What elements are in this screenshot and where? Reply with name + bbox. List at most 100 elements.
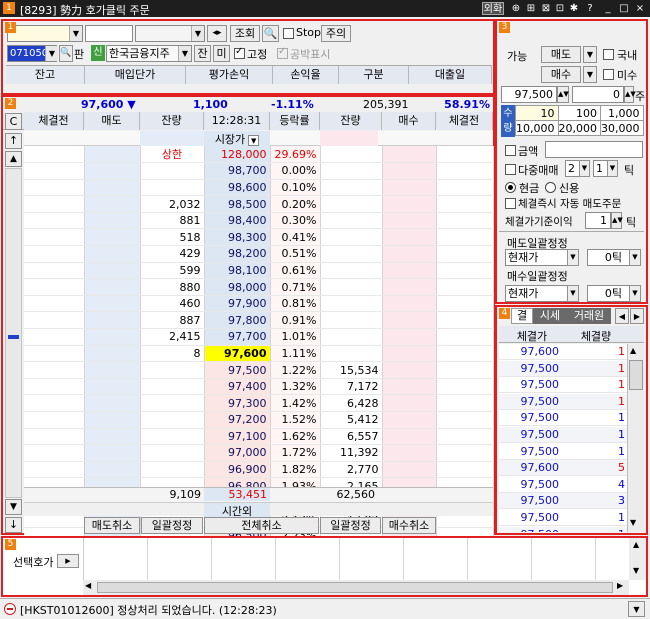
bid-order-cell[interactable]	[382, 345, 437, 363]
chevron-down-icon[interactable]: ▼	[567, 249, 579, 266]
orderbook-row[interactable]: 97,000 1.72% 11,392	[24, 444, 494, 462]
ask-order-cell[interactable]	[84, 461, 141, 479]
chevron-down-icon[interactable]: ▼	[69, 26, 82, 41]
orderbook-row[interactable]: 97,500 1.22% 15,534	[24, 361, 494, 379]
base-profit-input[interactable]: 1	[585, 212, 611, 229]
orderbook-row[interactable]: 881 98,400 0.30%	[24, 212, 494, 230]
scroll-down-button[interactable]: ▼	[5, 499, 22, 515]
amount-checkbox[interactable]	[505, 145, 516, 156]
orderbook-row[interactable]: 97,200 1.52% 5,412	[24, 411, 494, 429]
scroll-up-button[interactable]: ▲	[5, 151, 22, 167]
quick-qty-button[interactable]: 1,000	[600, 105, 644, 121]
close-panel-icon[interactable]: ⊠	[540, 2, 552, 15]
stop-checkbox[interactable]	[283, 28, 294, 39]
tab-next-icon[interactable]: ▶	[630, 308, 644, 324]
fixed-checkbox[interactable]: ✓	[234, 46, 245, 59]
quick-qty-button[interactable]: 30,000	[600, 120, 644, 136]
scroll-down-icon[interactable]: ▼	[633, 566, 639, 575]
foreign-button[interactable]: 외화	[482, 2, 504, 15]
bid-order-cell[interactable]	[382, 245, 437, 263]
chevron-down-icon[interactable]: ▼	[178, 46, 191, 61]
amount-input[interactable]	[545, 141, 643, 158]
quick-qty-button[interactable]: 10	[515, 105, 559, 121]
clear-button[interactable]: C	[5, 113, 22, 130]
ask-order-cell[interactable]	[84, 278, 141, 296]
bid-order-cell[interactable]	[382, 212, 437, 230]
bid-order-cell[interactable]	[382, 162, 437, 180]
cancel-buy-button[interactable]: 매수취소	[382, 517, 436, 534]
chevron-down-icon[interactable]: ▼	[607, 160, 618, 177]
chevron-down-icon[interactable]: ▼	[583, 66, 597, 83]
chevron-down-icon[interactable]: ▼	[45, 46, 58, 61]
tab-ticks[interactable]: 결	[511, 308, 533, 324]
ask-order-cell[interactable]	[84, 262, 141, 280]
help-icon[interactable]: ?	[584, 2, 596, 15]
ask-order-cell[interactable]	[84, 378, 141, 396]
ask-order-cell[interactable]	[84, 212, 141, 230]
scroll-top-button[interactable]: ↑	[5, 133, 22, 149]
lock-icon[interactable]: ⊕	[510, 2, 522, 15]
orderbook-row[interactable]: 429 98,200 0.51%	[24, 245, 494, 263]
chevron-down-icon[interactable]: ▼	[579, 160, 590, 177]
bid-order-cell[interactable]	[382, 428, 437, 446]
ask-order-cell[interactable]	[84, 361, 141, 379]
pin-icon[interactable]: ✱	[568, 2, 580, 15]
expand-arrow-icon[interactable]: ▶	[57, 554, 79, 568]
unfilled-button[interactable]: 미	[213, 45, 230, 62]
bid-order-cell[interactable]	[382, 146, 437, 164]
credit-radio[interactable]	[545, 182, 556, 193]
bid-order-cell[interactable]	[382, 278, 437, 296]
bid-order-cell[interactable]	[382, 411, 437, 429]
prev-next-icon[interactable]: ◂▸	[207, 25, 227, 42]
bid-order-cell[interactable]	[382, 361, 437, 379]
quick-qty-button[interactable]: 20,000	[557, 120, 601, 136]
cancel-sell-button[interactable]: 매도취소	[84, 517, 140, 534]
window-icon[interactable]: ⊞	[525, 2, 537, 15]
scroll-thumb[interactable]	[629, 360, 643, 390]
chevron-down-icon[interactable]: ▼	[629, 249, 641, 266]
tab-brokers[interactable]: 거래원	[567, 308, 611, 324]
magnifier-icon[interactable]: 🔍	[262, 25, 279, 42]
orderbook-row[interactable]: 98,700 0.00%	[24, 162, 494, 180]
scroll-up-icon[interactable]: ▲	[630, 346, 636, 355]
scroll-down-icon[interactable]: ▼	[630, 518, 636, 527]
ask-order-cell[interactable]	[84, 162, 141, 180]
chevron-down-icon[interactable]: ▼	[248, 135, 260, 146]
public-checkbox[interactable]: ✓	[277, 46, 288, 59]
price-input[interactable]: 97,500	[501, 86, 557, 103]
cancel-all-button[interactable]: 전체취소	[204, 517, 319, 534]
ticks-scrollbar[interactable]: ▲ ▼	[627, 344, 644, 532]
account-input[interactable]: ▼	[7, 25, 83, 42]
chevron-down-icon[interactable]: ▼	[567, 285, 579, 302]
price-stepper[interactable]: ▲▼	[557, 86, 569, 103]
search-button[interactable]: 조회	[230, 25, 260, 42]
quick-qty-button[interactable]: 10,000	[515, 120, 559, 136]
quick-qty-button[interactable]: 100	[557, 105, 601, 121]
tab-prev-icon[interactable]: ◀	[615, 308, 629, 324]
ask-order-cell[interactable]	[84, 444, 141, 462]
ask-order-cell[interactable]	[84, 311, 141, 330]
chevron-down-icon[interactable]: ▼	[629, 285, 641, 302]
auto-sell-checkbox[interactable]	[505, 198, 516, 209]
ask-order-cell[interactable]	[84, 328, 141, 346]
domestic-checkbox[interactable]	[603, 49, 614, 60]
bid-order-cell[interactable]	[382, 328, 437, 346]
bid-order-cell[interactable]	[382, 262, 437, 280]
bid-order-cell[interactable]	[382, 461, 437, 479]
tab-quotes[interactable]: 시세	[533, 308, 567, 324]
minimize-icon[interactable]: _	[602, 2, 614, 15]
chevron-down-icon[interactable]: ▼	[191, 26, 204, 41]
orderbook-row[interactable]: 518 98,300 0.41%	[24, 228, 494, 247]
maximize-icon[interactable]: □	[618, 2, 630, 15]
orderbook-row[interactable]: 2,415 97,700 1.01%	[24, 328, 494, 346]
ask-order-cell[interactable]	[84, 411, 141, 429]
bid-order-cell[interactable]	[382, 394, 437, 412]
ask-order-cell[interactable]	[84, 195, 141, 213]
orderbook-row[interactable]: 상한 128,000 29.69%	[24, 146, 494, 164]
scroll-up-icon[interactable]: ▲	[633, 540, 639, 549]
ask-order-cell[interactable]	[84, 428, 141, 446]
bid-order-cell[interactable]	[382, 444, 437, 462]
bid-order-cell[interactable]	[382, 295, 437, 313]
password-input[interactable]	[85, 25, 133, 42]
orderbook-row[interactable]: 2,032 98,500 0.20%	[24, 195, 494, 213]
